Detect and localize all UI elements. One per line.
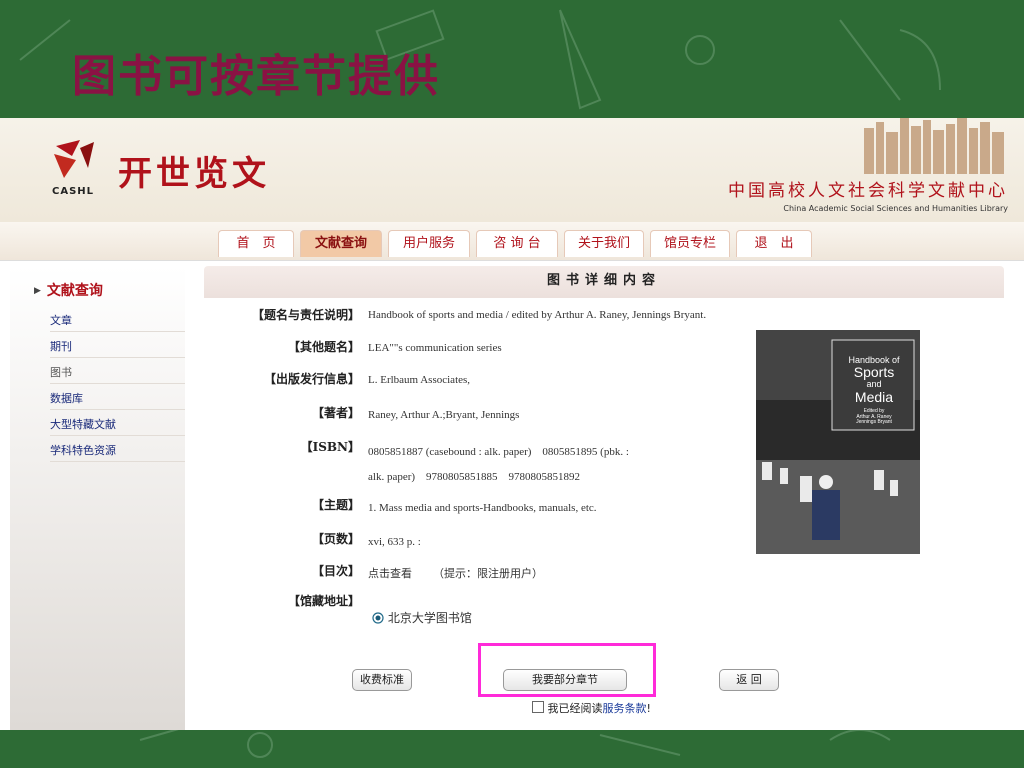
cover-title-line4: Media	[854, 388, 894, 405]
toc-label: 【目次】	[311, 564, 360, 578]
author-value: Raney, Arthur A.;Bryant, Jennings	[368, 409, 520, 421]
holding-label: 【馆藏地址】	[287, 594, 360, 608]
title-label: 【题名与责任说明】	[251, 308, 360, 322]
agree-terms-checkbox[interactable]	[532, 701, 544, 713]
subject-value: 1. Mass media and sports-Handbooks, manu…	[368, 502, 597, 514]
holding-value[interactable]: 北京大学图书馆	[388, 611, 472, 625]
main-nav: 首 页 文献查询 用户服务 咨 询 台 关于我们 馆员专栏 退 出	[0, 222, 1024, 261]
sidebar-item-articles[interactable]: 文章	[50, 312, 185, 332]
cover-editor-2: Jennings Bryant	[856, 418, 892, 425]
toc-row: 点击查看 （提示：限注册用户）	[368, 565, 543, 581]
site-header: CASHL 开世览文 中国高校人文社会科学文献中心 China Academic…	[0, 118, 1024, 222]
other-title-label: 【其他题名】	[287, 340, 360, 354]
logo-badge-text: CASHL	[52, 186, 95, 197]
detail-heading: 图书详细内容	[204, 266, 1004, 298]
nav-home[interactable]: 首 页	[218, 230, 294, 257]
fee-standard-button[interactable]: 收费标准	[352, 669, 412, 691]
nav-logout[interactable]: 退 出	[736, 230, 812, 257]
sidebar-heading[interactable]: 文献查询	[34, 280, 103, 300]
holding-row: 北京大学图书馆	[372, 609, 472, 626]
subject-label: 【主题】	[311, 498, 360, 512]
title-value: Handbook of sports and media / edited by…	[368, 309, 707, 321]
isbn-value-line1: 0805851887 (casebound : alk. paper) 0805…	[368, 446, 629, 458]
author-label: 【著者】	[311, 406, 360, 420]
agree-terms-prefix: 我已经阅读	[547, 702, 603, 715]
pages-value: xvi, 633 p. :	[368, 536, 421, 548]
toc-link[interactable]: 点击查看	[368, 567, 412, 580]
nav-librarian-column[interactable]: 馆员专栏	[650, 230, 730, 257]
isbn-label: 【ISBN】	[300, 440, 360, 454]
agree-terms-row: 我已经阅读服务条款!	[532, 700, 651, 716]
annotation-highlight-box	[478, 643, 656, 697]
sidebar-item-databases[interactable]: 数据库	[50, 390, 185, 410]
terms-link[interactable]: 服务条款	[603, 702, 647, 715]
sidebar: 文献查询 文章 期刊 图书 数据库 大型特藏文献 学科特色资源	[10, 266, 185, 730]
bookshelf-illustration	[864, 118, 1004, 174]
browser-screenshot: CASHL 开世览文 中国高校人文社会科学文献中心 China Academic…	[0, 118, 1024, 730]
nav-search[interactable]: 文献查询	[300, 230, 382, 257]
book-cover-image: Handbook of Sports and Media Edited by A…	[756, 330, 920, 554]
isbn-value-line2: alk. paper) 9780805851885 9780805851892	[368, 471, 581, 483]
back-button[interactable]: 返 回	[719, 669, 779, 691]
sidebar-item-subject-resources[interactable]: 学科特色资源	[50, 442, 185, 462]
publisher-label: 【出版发行信息】	[263, 372, 360, 386]
radio-selected-icon[interactable]	[372, 612, 384, 624]
sidebar-item-special-collections[interactable]: 大型特藏文献	[50, 416, 185, 436]
cashl-logo-icon[interactable]	[50, 138, 98, 182]
nav-help-desk[interactable]: 咨 询 台	[476, 230, 558, 257]
pages-label: 【页数】	[311, 532, 360, 546]
org-name-cn: 中国高校人文社会科学文献中心	[728, 181, 1008, 201]
sidebar-item-journals[interactable]: 期刊	[50, 338, 185, 358]
logo-name[interactable]: 开世览文	[118, 146, 270, 195]
sidebar-item-books[interactable]: 图书	[50, 364, 185, 384]
toc-hint: （提示：限注册用户）	[433, 567, 543, 580]
cover-title-line2: Sports	[853, 364, 895, 381]
slide-title: 图书可按章节提供	[72, 51, 440, 102]
publisher-value: L. Erlbaum Associates,	[368, 374, 471, 386]
org-name-en: China Academic Social Sciences and Human…	[783, 204, 1008, 213]
nav-user-services[interactable]: 用户服务	[388, 230, 470, 257]
agree-terms-suffix: !	[646, 702, 651, 715]
nav-about[interactable]: 关于我们	[564, 230, 644, 257]
other-title-value: LEA""s communication series	[368, 342, 502, 354]
